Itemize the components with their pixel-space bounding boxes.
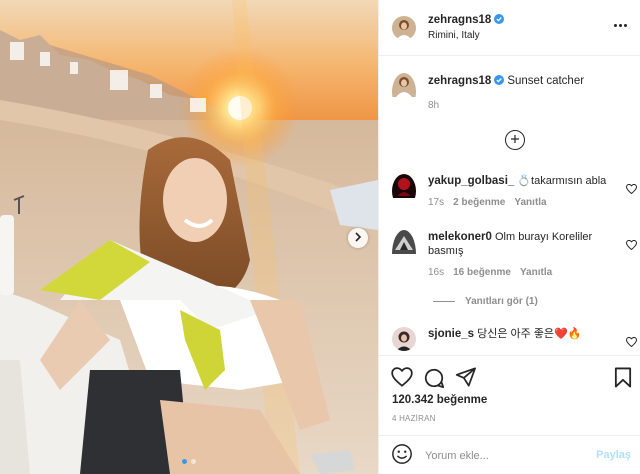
comment-text: 당신은 아주 좋은❤️🔥 bbox=[477, 328, 582, 340]
comment-icon[interactable] bbox=[423, 367, 445, 392]
post-location[interactable]: Rimini, Italy bbox=[428, 30, 504, 41]
post-comment-button[interactable]: Paylaş bbox=[596, 449, 631, 461]
post-side-panel: zehragns18 Rimini, Italy zehragns18 Suns… bbox=[378, 0, 640, 474]
comment-text: 💍takarmısın abla bbox=[517, 175, 607, 187]
commenter-avatar[interactable] bbox=[392, 230, 416, 278]
likes-count[interactable]: 120.342 beğenme bbox=[392, 394, 487, 406]
comment-time[interactable]: 16s bbox=[428, 267, 444, 278]
comment-likes[interactable]: 2 beğenme bbox=[453, 197, 505, 208]
emoji-icon[interactable] bbox=[391, 443, 413, 468]
reply-button[interactable]: Yanıtla bbox=[520, 267, 552, 278]
commenter-username[interactable]: melekoner0 bbox=[428, 231, 492, 243]
caption-username[interactable]: zehragns18 bbox=[428, 75, 491, 87]
add-comment-bar: Paylaş bbox=[379, 435, 640, 474]
bookmark-icon[interactable] bbox=[614, 367, 632, 391]
share-icon[interactable] bbox=[455, 367, 477, 392]
post-caption: zehragns18 Sunset catcher 8h bbox=[392, 73, 584, 111]
post-actions: 120.342 beğenme 4 HAZİRAN Paylaş bbox=[379, 355, 640, 474]
carousel-indicator bbox=[0, 459, 378, 464]
view-replies-label: Yanıtları gör (1) bbox=[465, 296, 538, 307]
commenter-username[interactable]: yakup_golbasi_ bbox=[428, 175, 514, 187]
post-photo[interactable] bbox=[0, 0, 378, 474]
instagram-post: zehragns18 Rimini, Italy zehragns18 Suns… bbox=[0, 0, 640, 474]
commenter-username[interactable]: sjonie_s bbox=[428, 328, 474, 340]
reply-button[interactable]: Yanıtla bbox=[514, 197, 546, 208]
carousel-dot bbox=[191, 459, 196, 464]
comment-likes[interactable]: 16 beğenme bbox=[453, 267, 511, 278]
verified-badge-icon bbox=[494, 14, 505, 24]
comment-item: sjonie_s 당신은 아주 좋은❤️🔥 bbox=[392, 327, 638, 351]
caption-text: Sunset catcher bbox=[507, 75, 585, 87]
view-replies-button[interactable]: Yanıtları gör (1) bbox=[433, 296, 538, 307]
replies-divider bbox=[433, 301, 455, 302]
plus-circle-icon bbox=[510, 134, 520, 147]
heart-icon[interactable] bbox=[625, 239, 638, 253]
commenter-avatar[interactable] bbox=[392, 174, 416, 208]
comment-item: yakup_golbasi_ 💍takarmısın abla 17s 2 be… bbox=[392, 174, 638, 208]
heart-icon[interactable] bbox=[625, 183, 638, 197]
load-more-comments-button[interactable] bbox=[505, 130, 525, 150]
commenter-avatar[interactable] bbox=[392, 327, 416, 351]
verified-badge-icon bbox=[494, 75, 505, 85]
author-avatar[interactable] bbox=[392, 15, 416, 40]
comment-input[interactable] bbox=[425, 449, 585, 462]
post-date: 4 HAZİRAN bbox=[392, 414, 436, 423]
beach-sunset-photo bbox=[0, 0, 378, 474]
heart-icon[interactable] bbox=[625, 336, 638, 350]
author-username[interactable]: zehragns18 bbox=[428, 14, 491, 26]
heart-icon[interactable] bbox=[391, 367, 413, 392]
more-options-icon[interactable] bbox=[610, 20, 631, 31]
carousel-next-button[interactable] bbox=[348, 228, 368, 248]
comment-time[interactable]: 17s bbox=[428, 197, 444, 208]
comment-item: melekoner0 Olm burayı Koreliler basmış 1… bbox=[392, 230, 638, 278]
chevron-right-icon bbox=[354, 231, 362, 245]
caption-avatar[interactable] bbox=[392, 73, 416, 111]
caption-time[interactable]: 8h bbox=[428, 100, 584, 111]
post-header: zehragns18 Rimini, Italy bbox=[379, 0, 640, 56]
carousel-dot bbox=[182, 459, 187, 464]
